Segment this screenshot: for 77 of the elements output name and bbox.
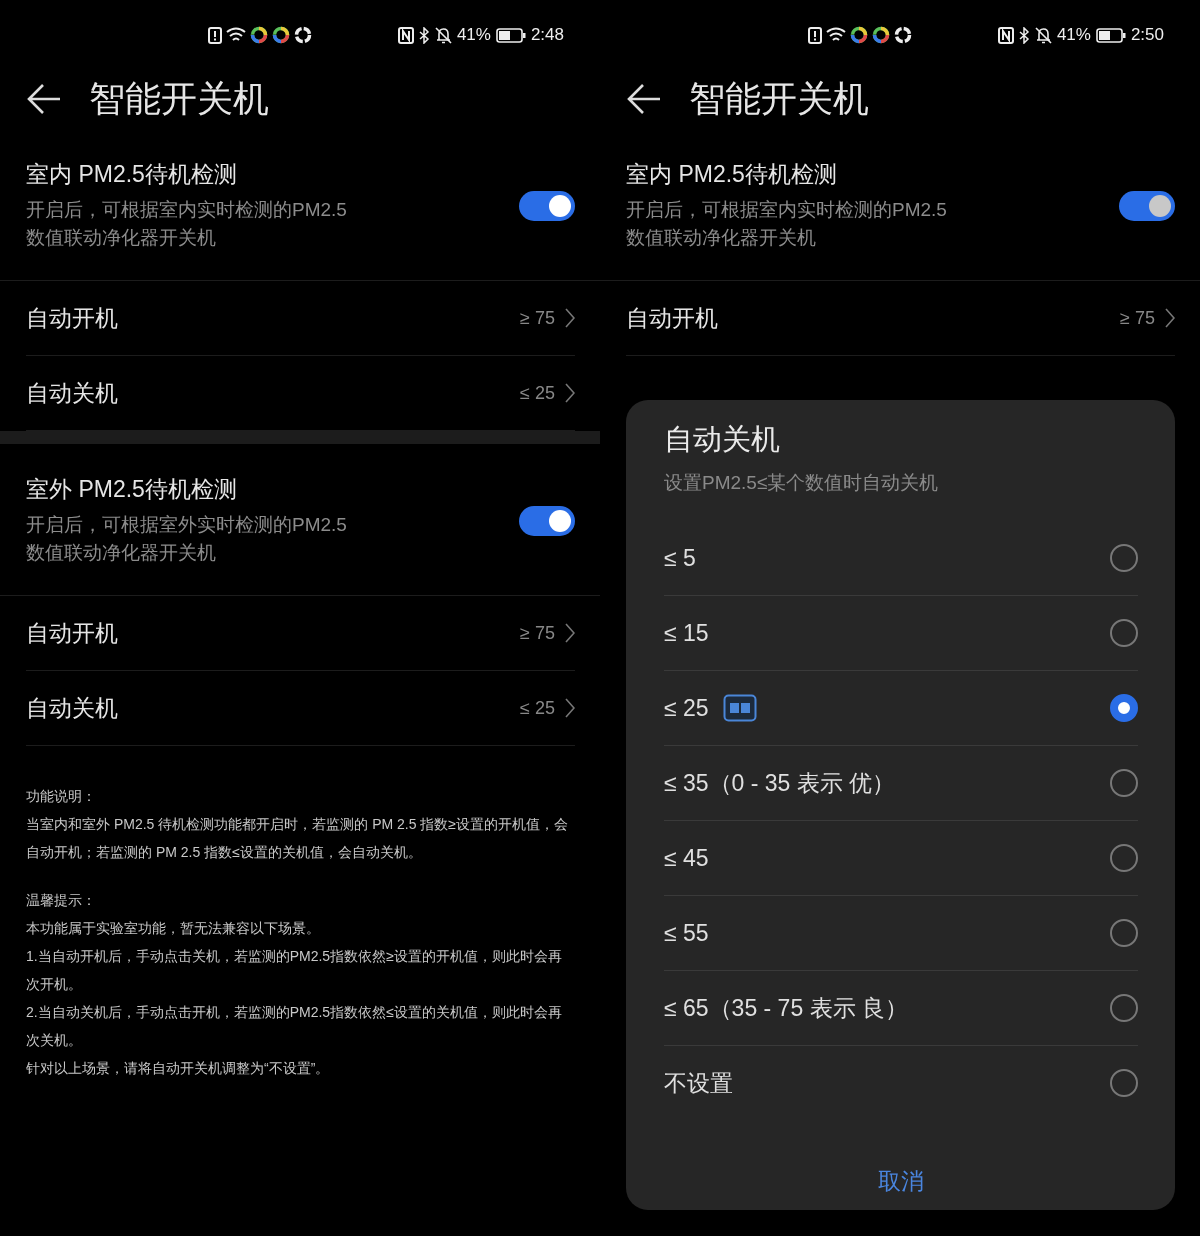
section-title: 室外 PM2.5待机检测 xyxy=(26,475,238,504)
option-label: ≤ 45 xyxy=(664,844,709,872)
setting-row[interactable]: 自动关机 ≤ 25 xyxy=(26,671,575,746)
radio-button[interactable] xyxy=(1110,769,1138,797)
app-icon xyxy=(250,26,268,44)
app-icon xyxy=(894,26,912,44)
option-row[interactable]: ≤ 35（0 - 35 表示 优） xyxy=(664,746,1138,821)
setting-row[interactable]: 自动开机 ≥ 75 xyxy=(26,281,575,356)
back-icon[interactable] xyxy=(626,83,662,115)
mute-bell-icon xyxy=(1034,26,1052,44)
option-label: ≤ 55 xyxy=(664,919,709,947)
setting-row[interactable]: 自动开机 ≥ 75 xyxy=(26,596,575,671)
option-label: ≤ 35（0 - 35 表示 优） xyxy=(664,768,896,798)
chevron-icon xyxy=(565,698,575,718)
dialog-subtitle: 设置PM2.5≤某个数值时自动关机 xyxy=(664,471,940,495)
battery-percent: 41% xyxy=(1056,25,1091,45)
cancel-button[interactable]: 取消 xyxy=(858,1158,944,1205)
battery-icon xyxy=(495,27,526,43)
toggle-switch[interactable] xyxy=(519,505,575,536)
option-row[interactable]: ≤ 45 xyxy=(664,821,1138,896)
bluetooth-icon xyxy=(1018,26,1030,44)
status-time: 2:48 xyxy=(530,25,564,45)
option-row[interactable]: ≤ 65（35 - 75 表示 良） xyxy=(664,971,1138,1046)
radio-button[interactable] xyxy=(1110,619,1138,647)
badge-icon xyxy=(722,694,757,722)
back-icon[interactable] xyxy=(26,83,62,115)
option-label: ≤ 65（35 - 75 表示 良） xyxy=(664,993,908,1023)
setting-row[interactable]: 自动开机 ≥ 75 xyxy=(626,281,1175,356)
page-title: 智能开关机 xyxy=(89,76,269,121)
note-text: 1.当自动开机后，手动点击关机，若监测的PM2.5指数依然≥设置的开机值，则此时会再次开机。 xyxy=(26,947,563,994)
battery-icon xyxy=(1095,27,1126,43)
option-label: 不设置 xyxy=(664,1068,733,1098)
chevron-icon xyxy=(565,383,575,403)
section-title: 室内 PM2.5待机检测 xyxy=(26,160,238,189)
app-icon xyxy=(294,26,312,44)
nfc-icon xyxy=(997,26,1014,44)
nfc-icon xyxy=(397,26,414,44)
app-icon xyxy=(872,26,890,44)
option-row[interactable]: ≤ 5 xyxy=(664,521,1138,596)
note-heading: 温馨提示： xyxy=(26,891,97,910)
section-description: 开启后，可根据室外实时检测的PM2.5 数值联动净化器开关机 xyxy=(26,513,347,565)
note-text: 本功能属于实验室功能，暂无法兼容以下场景。 xyxy=(26,919,321,938)
bluetooth-icon xyxy=(418,26,430,44)
sim-alert-icon xyxy=(208,26,222,44)
note-heading: 功能说明： xyxy=(26,787,97,806)
radio-button[interactable] xyxy=(1110,994,1138,1022)
chevron-icon xyxy=(565,623,575,643)
option-row[interactable]: ≤ 55 xyxy=(664,896,1138,971)
option-label: ≤ 5 xyxy=(664,544,696,572)
toggle-switch[interactable] xyxy=(519,190,575,221)
note-text: 当室内和室外 PM2.5 待机检测功能都开启时，若监测的 PM 2.5 指数≥设置的开机值，会自动开机；若监测的 PM 2.5 指数≤设置的关机值，会自动关机。 xyxy=(26,815,570,862)
dialog-title: 自动关机 xyxy=(664,422,781,457)
app-icon xyxy=(272,26,290,44)
toggle-switch[interactable] xyxy=(1119,190,1175,221)
option-row[interactable]: ≤ 15 xyxy=(664,596,1138,671)
radio-button[interactable] xyxy=(1110,844,1138,872)
chevron-icon xyxy=(565,308,575,328)
radio-button[interactable] xyxy=(1110,919,1138,947)
page-title: 智能开关机 xyxy=(689,76,869,121)
radio-button[interactable] xyxy=(1110,1069,1138,1097)
sim-alert-icon xyxy=(808,26,822,44)
battery-percent: 41% xyxy=(456,25,491,45)
radio-button[interactable] xyxy=(1110,544,1138,572)
option-label: ≤ 25 xyxy=(664,694,709,722)
note-text: 针对以上场景，请将自动开关机调整为“不设置”。 xyxy=(26,1059,331,1078)
app-icon xyxy=(850,26,868,44)
option-row[interactable]: ≤ 25 xyxy=(664,671,1138,746)
section-description: 开启后，可根据室内实时检测的PM2.5 数值联动净化器开关机 xyxy=(26,198,347,250)
section-description: 开启后，可根据室内实时检测的PM2.5 数值联动净化器开关机 xyxy=(626,198,947,250)
note-text: 2.当自动关机后，手动点击开机，若监测的PM2.5指数依然≤设置的关机值，则此时会再次关机。 xyxy=(26,1003,563,1050)
status-time: 2:50 xyxy=(1130,25,1164,45)
chevron-icon xyxy=(1165,308,1175,328)
section-title: 室内 PM2.5待机检测 xyxy=(626,160,838,189)
radio-button[interactable] xyxy=(1110,694,1138,722)
option-row[interactable]: 不设置 xyxy=(664,1046,1138,1120)
mute-bell-icon xyxy=(434,26,452,44)
option-label: ≤ 15 xyxy=(664,619,709,647)
